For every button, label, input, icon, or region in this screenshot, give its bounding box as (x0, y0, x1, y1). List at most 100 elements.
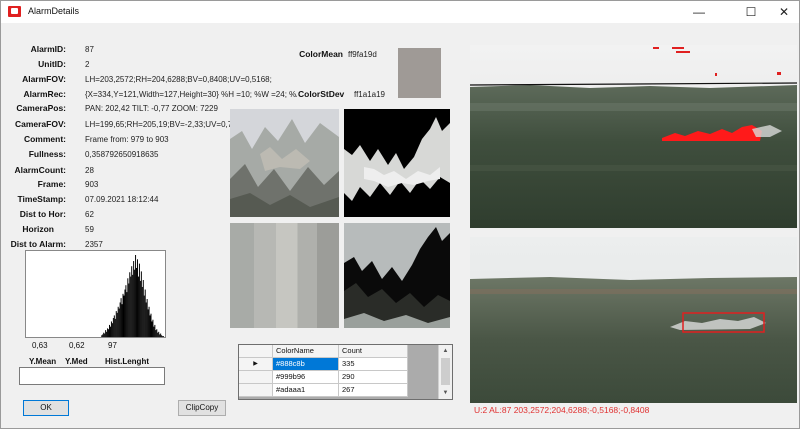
camera-pos-value: PAN: 202,42 TILT: -0,77 ZOOM: 7229 (85, 104, 218, 113)
clipcopy-button[interactable]: ClipCopy (178, 400, 226, 416)
histogram-bar (147, 309, 149, 337)
histogram-bar (151, 321, 153, 337)
grid-header-colorname[interactable]: ColorName (273, 345, 339, 358)
color-mean-label: ColorMean (299, 49, 343, 59)
timestamp-label: TimeStamp: (17, 194, 67, 204)
histogram-bar (157, 332, 159, 337)
histogram-bar (140, 271, 142, 337)
alarm-overlay-image (344, 223, 450, 328)
fullness-value: 0,358792650918635 (85, 150, 159, 159)
histogram-bar (109, 324, 110, 337)
maximize-icon[interactable]: ☐ (733, 1, 769, 23)
histogram-bar (158, 331, 160, 337)
dist-to-hor-label: Dist to Hor: (19, 209, 66, 219)
histogram-bar (148, 306, 150, 337)
histogram-bar (146, 299, 148, 337)
row-selector[interactable] (239, 384, 273, 397)
histogram-bar (104, 333, 106, 337)
alarm-details-window: AlarmDetails — ☐ ✕ AlarmID: 87 UnitID: 2… (0, 0, 800, 429)
grid-cell-count[interactable]: 290 (339, 371, 408, 384)
histogram-bar (117, 306, 119, 337)
timestamp-value: 07.09.2021 18:12:44 (85, 195, 159, 204)
histogram-bar (123, 295, 125, 337)
histogram-bar (128, 283, 130, 337)
color-count-grid[interactable]: ColorName Count ▶ #888c8b 335 #999b96 29… (238, 344, 453, 400)
title-bar: AlarmDetails — ☐ ✕ (1, 1, 799, 23)
comment-label: Comment: (23, 134, 66, 144)
histogram-bar (111, 323, 113, 337)
histogram-bar (121, 304, 123, 337)
alarm-fov-value: LH=203,2572;RH=204,6288;BV=0,8408;UV=0,5… (85, 75, 272, 84)
alarm-mask-image (344, 109, 450, 217)
histogram-bar (163, 336, 165, 337)
row-selector[interactable] (239, 371, 273, 384)
camera-fov-label: CameraFOV: (14, 119, 66, 129)
histogram-bar (102, 334, 104, 337)
histogram-bar (136, 267, 138, 337)
histogram-bar (135, 255, 137, 337)
histogram-bar (116, 312, 118, 337)
row-selector-icon[interactable]: ▶ (239, 358, 273, 371)
histogram-bar (153, 326, 155, 337)
frame-label: Frame: (37, 179, 66, 189)
histogram-bar (156, 329, 158, 337)
histogram-bar (155, 330, 157, 337)
unit-id-value: 2 (85, 60, 90, 69)
histogram-bar (150, 313, 152, 337)
scroll-thumb[interactable] (441, 358, 450, 385)
horizon-value: 59 (85, 225, 94, 234)
camera-fov-value: LH=199,65;RH=205,19;BV=-2,33;UV=0,79; (85, 120, 239, 129)
histogram-bar (130, 276, 132, 337)
alarm-fov-label: AlarmFOV: (22, 74, 66, 84)
histogram-bar (105, 330, 107, 337)
histogram-bar (122, 293, 124, 337)
grid-cell-count[interactable]: 267 (339, 384, 408, 397)
histogram-bar (159, 334, 161, 337)
histogram-bar (113, 315, 115, 337)
horizon-label: Horizon (22, 224, 54, 234)
grid-cell-colorname[interactable]: #888c8b (273, 358, 339, 371)
table-row[interactable]: #999b96 290 (239, 371, 408, 384)
histogram-chart (25, 250, 166, 338)
grid-cell-colorname[interactable]: #999b96 (273, 371, 339, 384)
histogram-bar (144, 289, 146, 337)
histogram-bar (139, 280, 141, 337)
comment-value: Frame from: 979 to 903 (85, 135, 169, 144)
histogram-bar (127, 278, 129, 337)
unit-id-label: UnitID: (38, 59, 66, 69)
histogram-bar (112, 318, 114, 337)
table-row[interactable]: #adaaa1 267 (239, 384, 408, 397)
histogram-bar (119, 302, 121, 337)
histogram-bar (132, 274, 134, 337)
scroll-up-icon[interactable]: ▲ (439, 345, 452, 357)
alarm-rec-label: AlarmRec: (23, 89, 66, 99)
table-row[interactable]: ▶ #888c8b 335 (239, 358, 408, 371)
dist-to-alarm-label: Dist to Alarm: (10, 239, 66, 249)
minimize-icon[interactable]: — (681, 1, 717, 23)
grid-cell-colorname[interactable]: #adaaa1 (273, 384, 339, 397)
close-icon[interactable]: ✕ (766, 1, 800, 23)
histogram-bar (115, 311, 117, 337)
histogram-bar (145, 302, 147, 337)
histogram-bar (129, 272, 131, 337)
ok-button[interactable]: OK (23, 400, 69, 416)
status-text: U:2 AL:87 203,2572;204,6288;-0,5168;-0,8… (474, 405, 650, 415)
histogram-bar (124, 289, 126, 337)
alarm-crop-image (230, 109, 339, 217)
notes-input[interactable] (19, 367, 165, 385)
scroll-down-icon[interactable]: ▼ (439, 387, 452, 399)
alarm-rec-value: {X=334,Y=121,Width=127,Height=30} %H =10… (85, 90, 297, 99)
histogram-bar (103, 332, 105, 337)
hist-length-label: Hist.Lenght (105, 357, 149, 366)
grid-header-count[interactable]: Count (339, 345, 408, 358)
fullness-label: Fullness: (28, 149, 66, 159)
histogram-bar (149, 315, 151, 337)
grid-cell-count[interactable]: 335 (339, 358, 408, 371)
color-mean-swatch (398, 48, 441, 98)
grid-scrollbar[interactable]: ▲ ▼ (438, 345, 452, 399)
histogram-bar (137, 276, 139, 337)
dist-to-alarm-value: 2357 (85, 240, 103, 249)
histogram-bar (118, 308, 120, 337)
color-stdev-value: ff1a1a19 (354, 90, 385, 99)
histogram-bar (137, 259, 138, 337)
